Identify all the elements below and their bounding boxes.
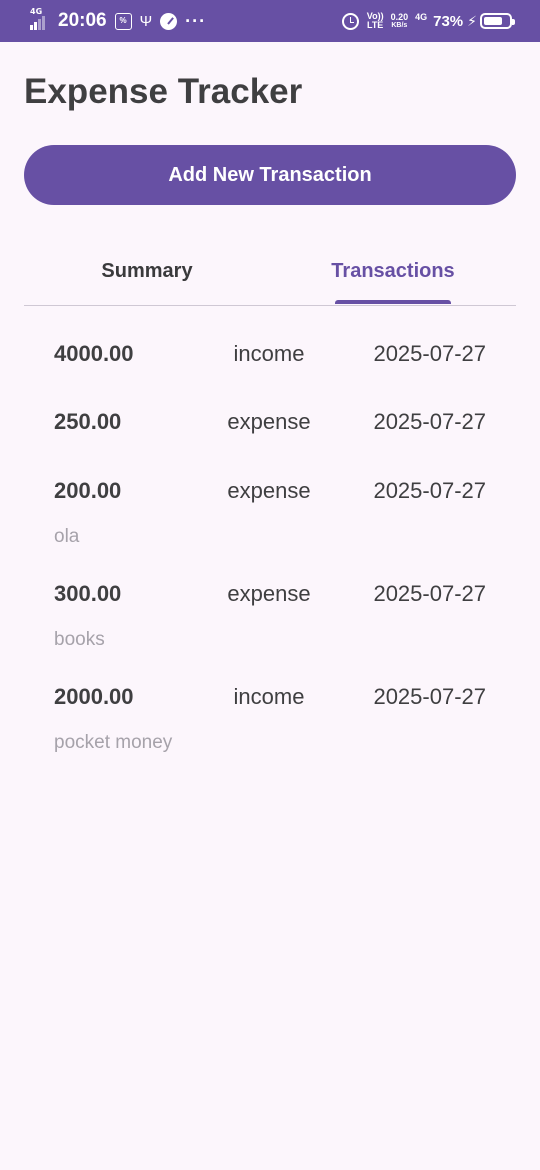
alarm-icon [341, 12, 359, 30]
box-icon: % [114, 12, 132, 30]
transaction-type: income [233, 684, 305, 709]
gauge-icon [160, 12, 178, 30]
transaction-row[interactable]: 250.00 expense 2025-07-27 [54, 393, 494, 461]
tab-bar: Summary Transactions [24, 240, 516, 306]
page-title: Expense Tracker [24, 72, 303, 111]
transaction-row[interactable]: 200.00 expense 2025-07-27 ola [54, 462, 494, 565]
volte-indicator: Vo)) LTE [366, 11, 384, 30]
transaction-date: 2025-07-27 [373, 409, 486, 434]
transaction-amount: 4000.00 [54, 341, 134, 366]
tab-summary[interactable]: Summary [24, 240, 270, 302]
transaction-type: expense [227, 581, 311, 606]
transaction-amount: 200.00 [54, 478, 122, 503]
transaction-type: income [233, 341, 305, 366]
status-time: 20:06 [58, 10, 107, 31]
transaction-note: pocket money [54, 732, 173, 753]
transaction-row[interactable]: 4000.00 income 2025-07-27 [54, 325, 494, 393]
transaction-type: expense [227, 478, 311, 503]
add-transaction-button[interactable]: Add New Transaction [24, 145, 516, 205]
tab-transactions-label: Transactions [331, 259, 455, 282]
usb-icon: Ψ [139, 12, 153, 30]
transaction-note: ola [54, 526, 80, 547]
transaction-note: books [54, 629, 105, 650]
status-bar-left: 4G 20:06 % Ψ ··· [30, 7, 214, 32]
bolt-icon: ⚡ [467, 12, 477, 29]
transaction-amount: 300.00 [54, 581, 122, 606]
transaction-amount: 2000.00 [54, 684, 134, 709]
signal-icon: 4G [30, 7, 52, 32]
status-bar-right: Vo)) LTE 0.20 KB/s 4G 73% ⚡ [341, 11, 515, 30]
tab-transactions[interactable]: Transactions [270, 240, 516, 304]
status-bar: 4G 20:06 % Ψ ··· Vo)) LTE 0.20 KB/s 4G 7… [0, 0, 540, 42]
network-type-label: 4G [30, 7, 43, 16]
transaction-date: 2025-07-27 [373, 341, 486, 366]
network-type-label-2: 4G [415, 12, 428, 22]
transaction-amount: 250.00 [54, 409, 122, 434]
transaction-date: 2025-07-27 [373, 581, 486, 606]
active-tab-indicator [335, 300, 451, 304]
transaction-row[interactable]: 300.00 expense 2025-07-27 books [54, 565, 494, 668]
more-dots-icon: ··· [185, 11, 207, 31]
transaction-date: 2025-07-27 [373, 478, 486, 503]
battery-percent: 73% [433, 12, 464, 30]
battery-icon [480, 13, 515, 29]
transaction-type: expense [227, 409, 311, 434]
transaction-date: 2025-07-27 [373, 684, 486, 709]
transaction-row[interactable]: 2000.00 income 2025-07-27 pocket money [54, 668, 494, 771]
network-speed: 0.20 KB/s [390, 12, 409, 30]
